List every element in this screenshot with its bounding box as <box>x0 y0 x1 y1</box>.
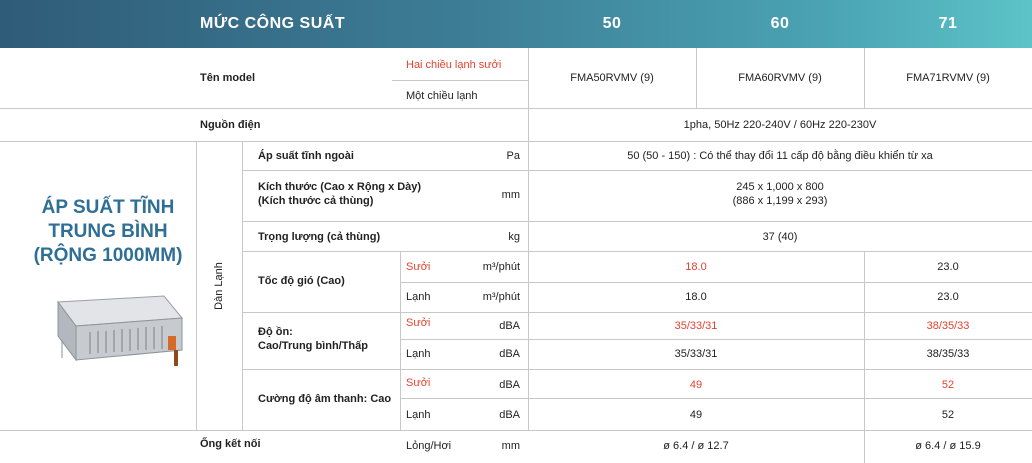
model-heat-cool-label: Hai chiều lạnh sưởi <box>406 59 502 71</box>
row-divider <box>392 80 528 81</box>
pipe-value-50-60: ø 6.4 / ø 12.7 <box>663 440 729 452</box>
sound-heat-unit: dBA <box>499 379 520 391</box>
noise-cool-value-71: 38/35/33 <box>926 348 970 360</box>
pressure-unit: Pa <box>506 150 520 162</box>
sound-heat-value-50-60: 49 <box>689 379 703 391</box>
pipe-unit: mm <box>501 440 520 452</box>
header-capacity-50: 50 <box>602 15 622 32</box>
noise-heat-value-50-60: 35/33/31 <box>674 320 718 332</box>
airflow-cool-unit: m³/phút <box>482 291 520 303</box>
row-divider <box>400 339 1032 340</box>
sound-cool-unit: dBA <box>499 409 520 421</box>
noise-cool-value-50-60: 35/33/31 <box>674 348 718 360</box>
spec-table: MỨC CÔNG SUẤT 50 60 71 Tên model Hai chi… <box>0 0 1032 463</box>
noise-heat-unit: dBA <box>499 320 520 332</box>
noise-cool-unit: dBA <box>499 348 520 360</box>
power-value: 1pha, 50Hz 220-240V / 60Hz 220-230V <box>683 119 877 131</box>
header-title: MỨC CÔNG SUẤT <box>200 15 346 32</box>
model-name-50: FMA50RVMV (9) <box>570 72 654 84</box>
airflow-cool-value-50-60: 18.0 <box>685 291 707 303</box>
sound-label: Cường độ âm thanh: Cao <box>258 393 392 405</box>
power-label: Nguồn điện <box>200 119 261 131</box>
row-divider <box>242 369 1032 370</box>
weight-unit: kg <box>508 231 520 243</box>
airflow-cool-value-71: 23.0 <box>937 291 959 303</box>
row-divider <box>0 108 1032 109</box>
indoor-unit-label: Dàn Lạnh <box>213 262 225 310</box>
row-divider <box>400 282 1032 283</box>
airflow-heat-value-71: 23.0 <box>937 261 959 273</box>
row-divider <box>400 398 1032 399</box>
header-capacity-60: 60 <box>770 15 790 32</box>
ducted-unit-image <box>57 295 183 366</box>
row-divider <box>0 141 1032 142</box>
sound-heat-value-71: 52 <box>941 379 955 391</box>
weight-value: 37 (40) <box>762 231 798 243</box>
model-name-71: FMA71RVMV (9) <box>906 72 990 84</box>
model-label: Tên model <box>200 72 256 84</box>
noise-heat-value-71: 38/35/33 <box>926 320 970 332</box>
pressure-value: 50 (50 - 150) : Có thể thay đổi 11 cấp đ… <box>627 150 933 162</box>
row-divider <box>242 251 1032 252</box>
row-divider <box>242 312 1032 313</box>
col-divider <box>400 251 401 430</box>
airflow-label: Tốc độ gió (Cao) <box>258 275 345 287</box>
sound-cool-value-71: 52 <box>941 409 955 421</box>
airflow-heat-unit: m³/phút <box>482 261 520 273</box>
row-divider <box>242 221 1032 222</box>
row-divider <box>242 170 1032 171</box>
dimensions-packed-value: (886 x 1,199 x 293) <box>732 195 828 207</box>
dimensions-unit: mm <box>501 189 520 201</box>
header-bar <box>0 0 1032 48</box>
row-divider <box>0 430 1032 431</box>
dimensions-value: 245 x 1,000 x 800 <box>736 181 824 193</box>
airflow-heat-value-50-60: 18.0 <box>685 261 707 273</box>
header-capacity-71: 71 <box>938 15 958 32</box>
model-name-60: FMA60RVMV (9) <box>738 72 822 84</box>
model-cool-only-label: Một chiều lạnh <box>406 90 478 102</box>
indoor-unit-label-cell: Dàn Lạnh <box>196 142 242 430</box>
sound-cool-value-50-60: 49 <box>689 409 703 421</box>
section-title: ÁP SUẤT TĨNH TRUNG BÌNH (RỘNG 1000MM) <box>33 197 183 266</box>
pipe-value-71: ø 6.4 / ø 15.9 <box>915 440 981 452</box>
